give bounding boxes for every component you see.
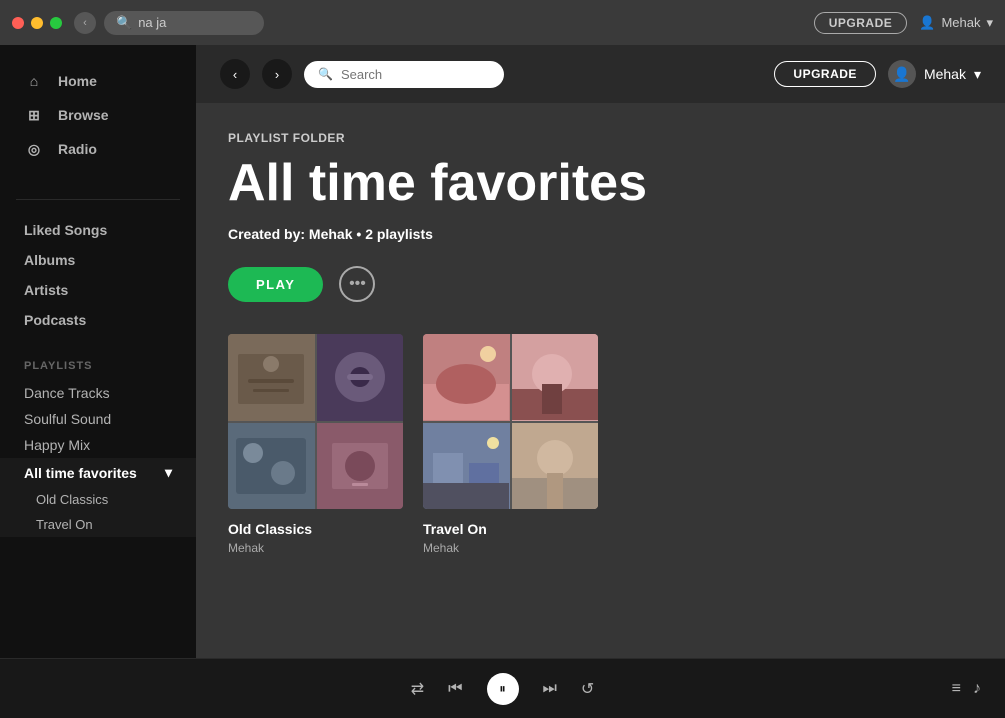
chevron-down-icon: ▾ xyxy=(974,66,981,83)
search-bar[interactable]: 🔍 xyxy=(304,61,504,88)
user-menu-button[interactable]: 👤 Mehak ▾ xyxy=(888,60,981,88)
maximize-button[interactable] xyxy=(50,17,62,29)
titlebar-user[interactable]: 👤 Mehak ▾ xyxy=(919,15,993,31)
bullet: • xyxy=(356,226,361,242)
sidebar-folder-all-time-favorites[interactable]: All time favorites ▾ xyxy=(0,458,196,487)
titlebar-search[interactable]: 🔍 na ja xyxy=(104,11,264,35)
travel-on-title: Travel On xyxy=(423,521,598,537)
cover-cell-1 xyxy=(423,334,510,421)
sidebar-radio-label: Radio xyxy=(58,141,97,157)
sidebar-divider xyxy=(16,199,180,200)
close-button[interactable] xyxy=(12,17,24,29)
main-container: ⌂ Home ⊞ Browse ◎ Radio Liked Songs Albu… xyxy=(0,45,1005,658)
sidebar-item-artists[interactable]: Artists xyxy=(16,276,180,304)
cover-cell-3 xyxy=(228,423,315,510)
sidebar-item-podcasts[interactable]: Podcasts xyxy=(16,306,180,334)
username-label: Mehak xyxy=(924,66,966,82)
chevron-down-icon: ▾ xyxy=(986,15,993,31)
creator-name: Mehak xyxy=(309,226,353,242)
sidebar-item-dance-tracks[interactable]: Dance Tracks xyxy=(0,380,196,406)
previous-button[interactable]: ⏮ xyxy=(448,680,462,698)
old-classics-title: Old Classics xyxy=(228,521,403,537)
sidebar-item-happy-mix[interactable]: Happy Mix xyxy=(0,432,196,458)
title-bar: ‹ 🔍 na ja UPGRADE 👤 Mehak ▾ xyxy=(0,0,1005,45)
traffic-lights xyxy=(12,17,62,29)
playlist-card-travel-on[interactable]: Travel On Mehak xyxy=(423,334,598,555)
titlebar-upgrade-button[interactable]: UPGRADE xyxy=(814,12,908,34)
cover-cell-1 xyxy=(228,334,315,421)
folder-actions: PLAY ••• xyxy=(228,266,973,302)
playlist-cards: Old Classics Mehak xyxy=(228,334,973,555)
player-bar: ⇄ ⏮ ⏸ ⏭ ↺ ≡ ♪ xyxy=(0,658,1005,718)
cover-cell-4 xyxy=(317,423,404,510)
sidebar-item-liked-songs[interactable]: Liked Songs xyxy=(16,216,180,244)
queue-button[interactable]: ≡ xyxy=(952,680,961,698)
volume-button[interactable]: ♪ xyxy=(973,680,981,698)
travel-on-cover xyxy=(423,334,598,509)
more-options-button[interactable]: ••• xyxy=(339,266,375,302)
sidebar-item-home[interactable]: ⌂ Home xyxy=(16,65,180,97)
titlebar-username: Mehak xyxy=(941,15,980,30)
sidebar-item-radio[interactable]: ◎ Radio xyxy=(16,133,180,165)
playlists-section-label: PLAYLISTS xyxy=(0,360,196,372)
browse-icon: ⊞ xyxy=(24,105,44,125)
titlebar-back-button[interactable]: ‹ xyxy=(74,12,96,34)
folder-meta: Created by: Mehak • 2 playlists xyxy=(228,226,973,242)
upgrade-button[interactable]: UPGRADE xyxy=(774,61,876,87)
old-classics-owner: Mehak xyxy=(228,541,403,555)
minimize-button[interactable] xyxy=(31,17,43,29)
topbar-right: UPGRADE 👤 Mehak ▾ xyxy=(774,60,981,88)
sidebar: ⌂ Home ⊞ Browse ◎ Radio Liked Songs Albu… xyxy=(0,45,196,658)
cover-cell-2 xyxy=(512,334,599,421)
play-pause-button[interactable]: ⏸ xyxy=(487,673,519,705)
forward-button[interactable]: › xyxy=(262,59,292,89)
cover-cell-3 xyxy=(423,423,510,510)
pause-icon: ⏸ xyxy=(499,681,506,697)
folder-tag: PLAYLIST FOLDER xyxy=(228,131,973,145)
radio-icon: ◎ xyxy=(24,139,44,159)
search-icon: 🔍 xyxy=(116,15,132,31)
sidebar-item-travel-on[interactable]: Travel On xyxy=(0,512,196,537)
sidebar-item-albums[interactable]: Albums xyxy=(16,246,180,274)
sidebar-browse-label: Browse xyxy=(58,107,109,123)
player-right-controls: ≡ ♪ xyxy=(952,680,981,698)
sidebar-item-browse[interactable]: ⊞ Browse xyxy=(16,99,180,131)
sidebar-library: Liked Songs Albums Artists Podcasts xyxy=(0,216,196,336)
shuffle-button[interactable]: ⇄ xyxy=(411,679,424,699)
play-button[interactable]: PLAY xyxy=(228,267,323,302)
search-icon: 🔍 xyxy=(318,67,333,81)
titlebar-search-text: na ja xyxy=(138,15,166,30)
avatar: 👤 xyxy=(888,60,916,88)
content-area: ‹ › 🔍 UPGRADE 👤 Mehak ▾ PLAYLIST FOLDER xyxy=(196,45,1005,658)
back-button[interactable]: ‹ xyxy=(220,59,250,89)
user-icon: 👤 xyxy=(893,66,910,83)
folder-content: PLAYLIST FOLDER All time favorites Creat… xyxy=(196,103,1005,583)
titlebar-right: UPGRADE 👤 Mehak ▾ xyxy=(814,12,993,34)
user-icon: 👤 xyxy=(919,15,935,31)
next-button[interactable]: ⏭ xyxy=(543,680,557,698)
sidebar-home-label: Home xyxy=(58,73,97,89)
playlist-count: 2 playlists xyxy=(365,226,433,242)
old-classics-cover xyxy=(228,334,403,509)
cover-cell-2 xyxy=(317,334,404,421)
search-input[interactable] xyxy=(341,67,490,82)
sidebar-folder-children: Old Classics Travel On xyxy=(0,487,196,537)
created-by-label: Created by: xyxy=(228,226,305,242)
content-topbar: ‹ › 🔍 UPGRADE 👤 Mehak ▾ xyxy=(196,45,1005,103)
sidebar-item-soulful-sound[interactable]: Soulful Sound xyxy=(0,406,196,432)
cover-cell-4 xyxy=(512,423,599,510)
sidebar-item-old-classics[interactable]: Old Classics xyxy=(0,487,196,512)
folder-title: All time favorites xyxy=(228,155,973,212)
home-icon: ⌂ xyxy=(24,71,44,91)
travel-on-owner: Mehak xyxy=(423,541,598,555)
folder-arrow-icon: ▾ xyxy=(165,464,172,481)
repeat-button[interactable]: ↺ xyxy=(581,679,594,699)
sidebar-nav: ⌂ Home ⊞ Browse ◎ Radio xyxy=(0,65,196,167)
folder-label: All time favorites xyxy=(24,465,137,481)
playlist-card-old-classics[interactable]: Old Classics Mehak xyxy=(228,334,403,555)
ellipsis-icon: ••• xyxy=(349,275,366,293)
